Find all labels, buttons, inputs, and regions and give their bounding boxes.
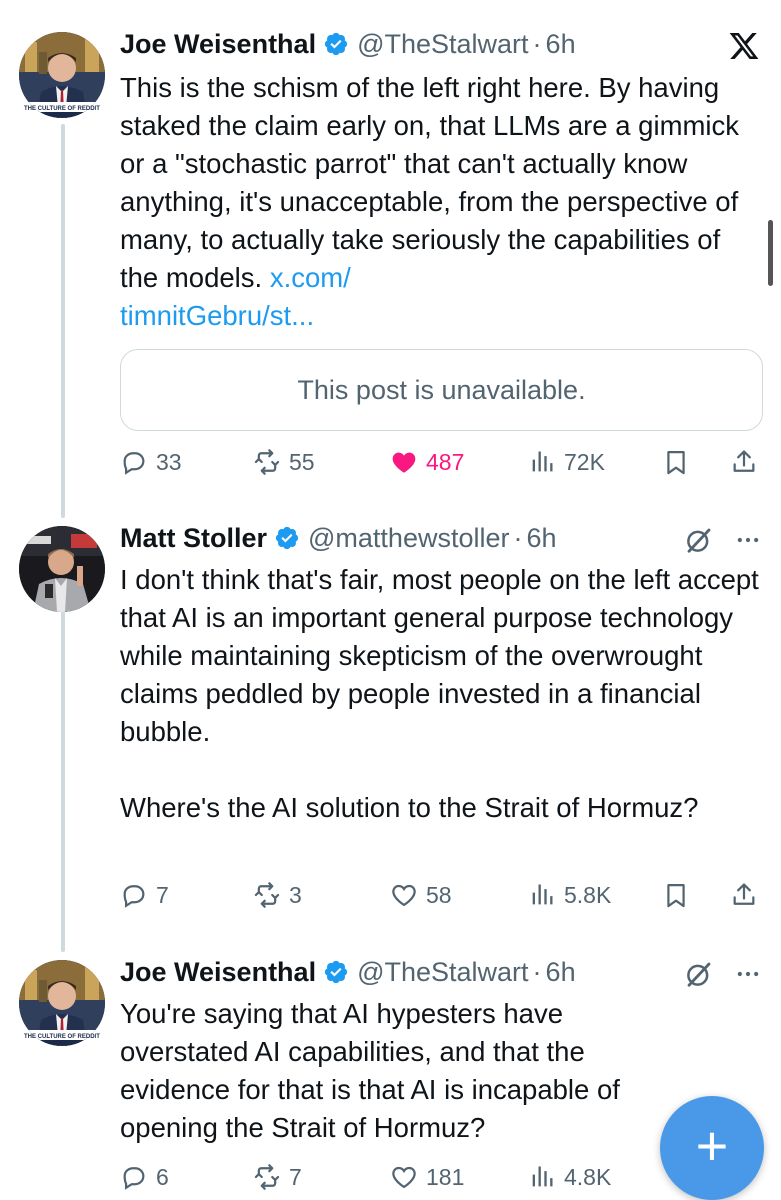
quoted-post-unavailable: This post is unavailable. [297,374,586,405]
heart-icon [392,452,416,473]
author-handle[interactable]: @TheStalwart [357,27,528,61]
like-button[interactable]: 181 [390,1160,464,1194]
verified-badge-icon [323,959,349,985]
reply-count: 6 [156,1163,169,1190]
action-bar: 7 3 58 5.8K [120,878,760,912]
share-icon [733,883,755,905]
reply-button[interactable]: 7 [120,878,169,912]
repost-count: 3 [289,881,302,908]
tweet-header: Joe Weisenthal @TheStalwart · 6h [120,27,576,61]
share-icon [733,450,755,472]
separator: · [513,523,523,553]
views-icon [532,884,553,905]
verified-badge-icon [274,525,300,551]
more-button[interactable] [734,957,762,991]
heart-icon [392,1166,416,1189]
author-name[interactable]: Matt Stoller [120,521,267,555]
more-icon [737,971,759,977]
reply-icon [123,452,145,475]
tweet-body: This is the schism of the left right her… [120,72,747,293]
views-count: 5.8K [564,881,612,908]
author-name[interactable]: Joe Weisenthal [120,27,316,61]
author-handle[interactable]: @TheStalwart [357,955,528,989]
thread-line [61,610,65,952]
repost-count: 55 [289,448,315,475]
verified-badge-icon [323,31,349,57]
views-button[interactable]: 4.8K [528,1160,611,1194]
repost-icon [254,1164,280,1190]
avatar-caption: THE CULTURE OF REDDIT [24,106,100,112]
reply-button[interactable]: 6 [120,1160,169,1194]
views-button[interactable]: 5.8K [528,878,611,912]
timestamp[interactable]: 6h [546,27,576,61]
quoted-post-card[interactable]: This post is unavailable. [120,349,763,431]
share-button[interactable] [730,445,766,479]
views-count: 72K [564,448,605,475]
repost-count: 7 [289,1163,302,1190]
tweet-text: This is the schism of the left right her… [120,69,760,335]
separator: · [532,957,542,987]
like-count: 487 [426,448,465,475]
grok-icon [687,962,711,987]
scrollbar[interactable] [768,220,773,286]
author-handle[interactable]: @matthewstoller [308,521,509,555]
like-count: 181 [426,1163,465,1190]
repost-button[interactable]: 7 [253,1160,302,1194]
thread-view: THE CULTURE OF REDDIT Joe Weisenthal @Th… [0,0,781,1200]
author-name[interactable]: Joe Weisenthal [120,955,316,989]
tweet-text: You're saying that AI hypesters have ove… [120,998,628,1143]
grok-icon [687,528,711,553]
avatar-caption: THE CULTURE OF REDDIT [24,1034,100,1040]
repost-button[interactable]: 3 [253,878,302,912]
views-icon [532,451,553,472]
avatar-image [19,526,105,612]
timestamp[interactable]: 6h [546,955,576,989]
bookmark-icon [667,450,685,475]
bookmark-button[interactable] [662,445,698,479]
reply-count: 7 [156,881,169,908]
action-bar: 33 55 487 72K [120,445,760,479]
more-icon [737,537,759,543]
bookmark-button[interactable] [662,878,698,912]
share-button[interactable] [730,878,766,912]
compose-button[interactable]: + [660,1096,764,1200]
heart-icon [392,884,416,907]
more-button[interactable] [734,523,762,557]
like-button[interactable]: 487 [390,445,464,479]
grok-button[interactable] [684,523,714,557]
timestamp[interactable]: 6h [527,521,557,555]
bookmark-icon [667,883,685,908]
like-count: 58 [426,881,452,908]
reply-count: 33 [156,448,182,475]
views-icon [532,1166,553,1187]
repost-button[interactable]: 55 [253,445,315,479]
tweet-text: I don't think that's fair, most people o… [120,564,759,823]
avatar[interactable] [19,526,105,612]
reply-icon [123,885,145,908]
plus-icon: + [695,1114,729,1177]
grok-button[interactable] [684,957,714,991]
reply-icon [123,1167,145,1190]
repost-icon [254,449,280,475]
tweet-header: Joe Weisenthal @TheStalwart · 6h [120,955,576,989]
separator: · [532,29,542,59]
like-button[interactable]: 58 [390,878,452,912]
x-logo-icon[interactable] [728,29,760,63]
thread-line [61,124,65,518]
views-button[interactable]: 72K [528,445,605,479]
views-count: 4.8K [564,1163,612,1190]
repost-icon [254,882,280,908]
reply-button[interactable]: 33 [120,445,182,479]
tweet-header: Matt Stoller @matthewstoller · 6h [120,521,557,555]
